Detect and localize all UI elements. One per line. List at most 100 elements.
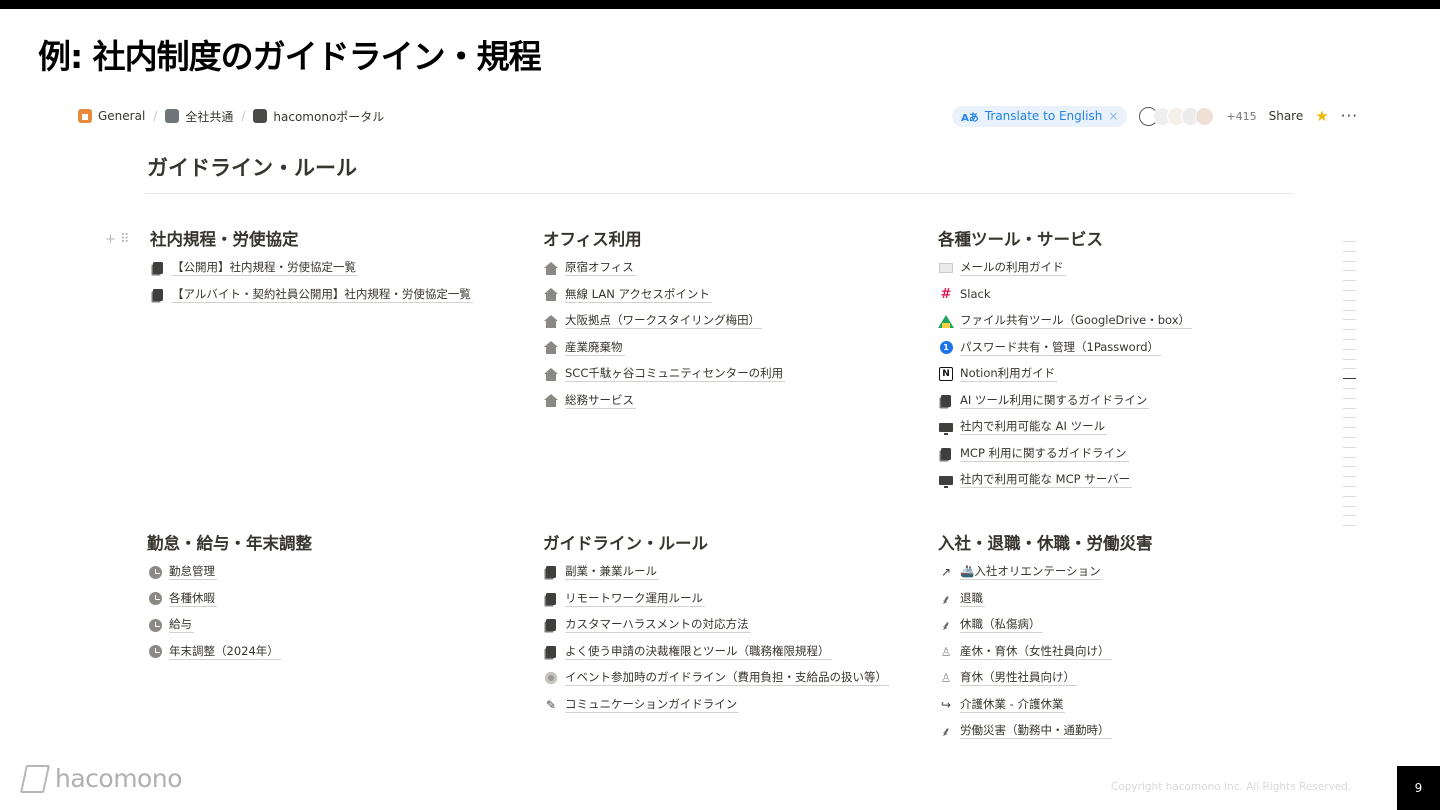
section-heading: 勤怠・給与・年末調整 xyxy=(147,534,312,553)
page-outline-scroller[interactable] xyxy=(1343,241,1357,535)
translate-button[interactable]: Aあ Translate to English × xyxy=(952,105,1128,127)
logo-mark-icon xyxy=(20,764,50,793)
section-company-rules: 社内規程・労使協定 【公開用】社内規程・労使協定一覧 【アルバイト・契約社員公開… xyxy=(150,229,473,308)
list-item[interactable]: 大阪拠点（ワークスタイリング梅田） xyxy=(543,308,785,335)
section-heading: 入社・退職・休職・労働災害 xyxy=(938,534,1153,553)
avatar-extra-count[interactable]: +415 xyxy=(1226,110,1256,123)
breadcrumb-label: 全社共通 xyxy=(185,109,234,124)
list-item[interactable]: 【アルバイト・契約社員公開用】社内規程・労使協定一覧 xyxy=(150,282,473,309)
list-item[interactable]: 年末調整（2024年） xyxy=(147,639,312,666)
breadcrumb-separator: / xyxy=(241,109,246,123)
list-item[interactable]: MCP 利用に関するガイドライン xyxy=(938,441,1192,468)
slide-title: 例: 社内制度のガイドライン・規程 xyxy=(38,37,542,76)
page-link-icon xyxy=(150,260,166,276)
drag-handle-icon[interactable]: + ⠿ xyxy=(105,232,130,247)
clock-icon xyxy=(147,591,163,607)
page-icon xyxy=(543,591,559,607)
section-office: オフィス利用 原宿オフィス 無線 LAN アクセスポイント 大阪拠点（ワークスタ… xyxy=(543,229,786,415)
breadcrumb: General / 全社共通 / hacomonoポータル xyxy=(78,106,384,126)
section-heading: オフィス利用 xyxy=(543,230,642,249)
share-button[interactable]: Share xyxy=(1269,109,1304,123)
breadcrumb-item-general[interactable]: General xyxy=(78,109,145,123)
avatar-group[interactable] xyxy=(1139,106,1215,126)
section-joining-leaving: 入社・退職・休職・労働災害 ↗ 🚢入社オリエンテーション ⸙ 退職 ⸙ 休職（私傷病）… xyxy=(938,533,1153,745)
list-item[interactable]: リモートワーク運用ルール xyxy=(543,586,889,613)
person-icon: ♙ xyxy=(940,644,952,659)
list-item[interactable]: メールの利用ガイド xyxy=(938,255,1192,282)
list-item[interactable]: 給与 xyxy=(147,612,312,639)
more-options-icon[interactable]: ··· xyxy=(1341,107,1358,125)
breadcrumb-label: hacomonoポータル xyxy=(273,109,385,124)
house-icon xyxy=(543,287,559,303)
slide-top-bar xyxy=(0,0,1440,9)
list-item[interactable]: 副業・兼業ルール xyxy=(543,559,889,586)
list-item[interactable]: 1 パスワード共有・管理（1Password） xyxy=(938,335,1192,362)
company-logo: hacomono xyxy=(20,764,183,793)
list-item[interactable]: ファイル共有ツール（GoogleDrive・box） xyxy=(938,308,1192,335)
section-heading: ガイドライン・ルール xyxy=(543,534,708,553)
list-item[interactable]: 各種休暇 xyxy=(147,586,312,613)
arrow-icon: ↪ xyxy=(940,697,952,712)
list-item[interactable]: 産業廃棄物 xyxy=(543,335,785,362)
page-icon xyxy=(938,446,954,462)
list-item[interactable]: イベント参加時のガイドライン（費用負担・支給品の扱い等） xyxy=(543,665,889,692)
slack-icon: # xyxy=(940,287,952,303)
list-item[interactable]: N Notion利用ガイド xyxy=(938,361,1192,388)
page-header-actions: Aあ Translate to English × +415 Share ★ ·… xyxy=(952,104,1358,128)
plant-icon: ⸙ xyxy=(941,725,951,741)
list-item[interactable]: ♙ 育休（男性社員向け） xyxy=(938,665,1153,692)
page-link-icon xyxy=(150,287,166,303)
clock-icon xyxy=(147,644,163,660)
breadcrumb-item-portal[interactable]: hacomonoポータル xyxy=(253,108,384,125)
house-icon xyxy=(543,260,559,276)
list-item[interactable]: ♙ 産休・育休（女性社員向け） xyxy=(938,639,1153,666)
page-icon xyxy=(253,109,268,123)
list-item[interactable]: 原宿オフィス xyxy=(543,255,785,282)
list-item[interactable]: 社内で利用可能な MCP サーバー xyxy=(938,467,1192,494)
section-heading: 社内規程・労使協定 xyxy=(150,230,299,249)
list-item[interactable]: ⸙ 休職（私傷病） xyxy=(938,612,1153,639)
list-item[interactable]: 社内で利用可能な AI ツール xyxy=(938,414,1192,441)
list-item[interactable]: よく使う申請の決裁権限とツール（職務権限規程） xyxy=(543,639,889,666)
list-item[interactable]: 勤怠管理 xyxy=(147,559,312,586)
house-icon xyxy=(543,366,559,382)
monitor-icon xyxy=(938,419,954,435)
close-icon[interactable]: × xyxy=(1108,109,1118,123)
list-item[interactable]: 無線 LAN アクセスポイント xyxy=(543,282,785,309)
house-icon xyxy=(543,393,559,409)
list-item[interactable]: SCC千駄ヶ谷コミュニティセンターの利用 xyxy=(543,361,786,388)
list-item[interactable]: ↗ 🚢入社オリエンテーション xyxy=(938,559,1153,586)
list-item[interactable]: ✎ コミュニケーションガイドライン xyxy=(543,692,889,719)
list-item[interactable]: 【公開用】社内規程・労使協定一覧 xyxy=(150,255,473,282)
page-icon xyxy=(543,617,559,633)
breadcrumb-item-company[interactable]: 全社共通 xyxy=(165,108,233,125)
note-icon: ✎ xyxy=(545,697,557,712)
page-number: 9 xyxy=(1397,766,1440,810)
breadcrumb-separator: / xyxy=(153,109,158,123)
notion-icon: N xyxy=(938,366,954,382)
page-link-icon: ↗ xyxy=(940,565,952,580)
section-guidelines: ガイドライン・ルール 副業・兼業ルール リモートワーク運用ルール カスタマーハラ… xyxy=(543,533,889,718)
list-item[interactable]: ↪ 介護休業 - 介護休業 xyxy=(938,692,1153,719)
list-item[interactable]: ⸙ 退職 xyxy=(938,586,1153,613)
divider xyxy=(145,193,1292,194)
google-drive-icon xyxy=(938,313,954,329)
plant-icon: ⸙ xyxy=(941,619,951,635)
list-item[interactable]: ⸙ 労働災害（勤務中・通勤時） xyxy=(938,718,1153,745)
page-icon xyxy=(543,644,559,660)
clock-icon xyxy=(147,617,163,633)
list-item[interactable]: AI ツール利用に関するガイドライン xyxy=(938,388,1192,415)
list-item[interactable]: # Slack xyxy=(938,282,1192,309)
building-icon xyxy=(165,109,180,123)
favorite-star-icon[interactable]: ★ xyxy=(1315,107,1328,125)
copyright-text: Copyright hacomono Inc. All Rights Reser… xyxy=(1111,781,1352,793)
mail-icon xyxy=(938,260,954,276)
house-icon xyxy=(543,340,559,356)
monitor-icon xyxy=(938,472,954,488)
1password-icon: 1 xyxy=(938,340,954,356)
translate-icon: Aあ xyxy=(961,112,979,124)
list-item[interactable]: カスタマーハラスメントの対応方法 xyxy=(543,612,889,639)
house-icon xyxy=(543,313,559,329)
flower-icon xyxy=(543,670,559,686)
list-item[interactable]: 総務サービス xyxy=(543,388,785,415)
